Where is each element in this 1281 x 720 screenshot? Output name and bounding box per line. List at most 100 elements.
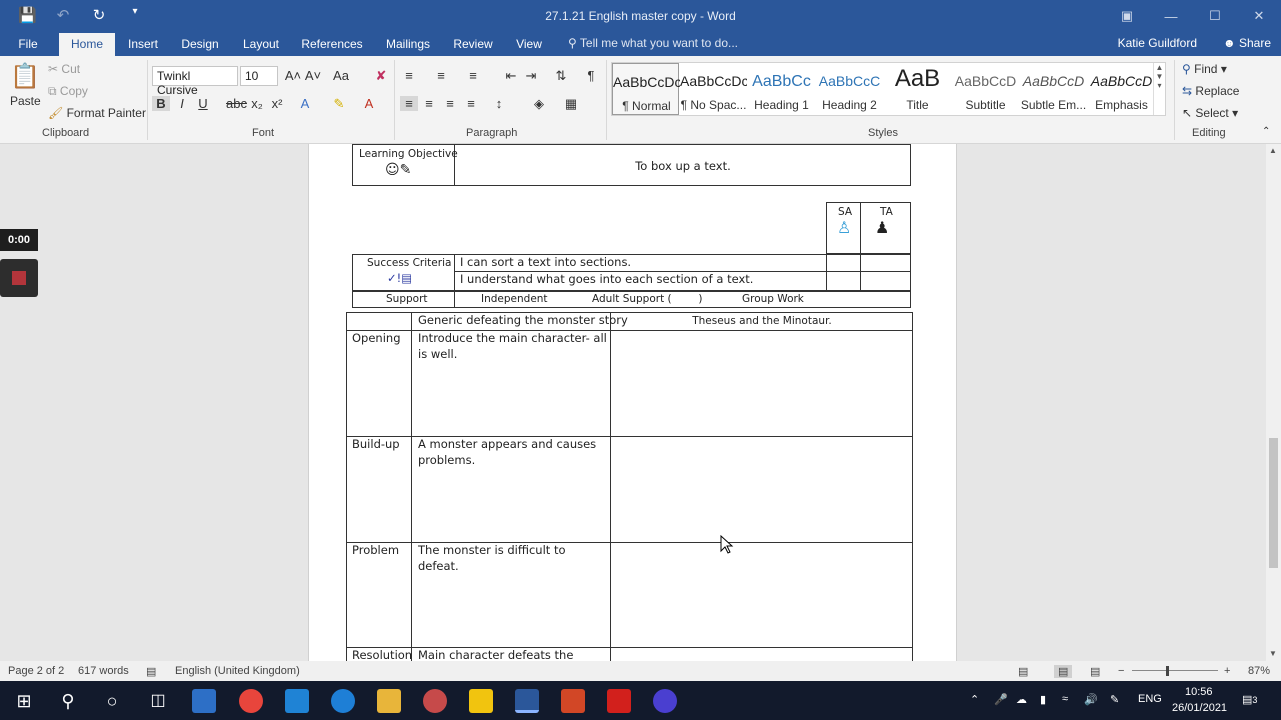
onedrive-icon[interactable]: ☁ xyxy=(1016,693,1027,706)
tab-mailings[interactable]: Mailings xyxy=(381,36,435,56)
web-layout-icon[interactable]: ▤ xyxy=(1090,665,1100,678)
italic-icon[interactable]: I xyxy=(173,96,191,111)
zoom-out-icon[interactable]: − xyxy=(1118,665,1124,677)
replace-button[interactable]: ⇆ Replace xyxy=(1182,84,1239,98)
style-emphasis[interactable]: AaBbCcD Emphasis xyxy=(1088,63,1155,115)
decrease-indent-icon[interactable]: ⇤ xyxy=(502,68,520,84)
row-opening-answer-cell[interactable] xyxy=(611,331,912,435)
line-spacing-icon[interactable]: ↕ xyxy=(490,96,508,111)
battery-icon[interactable]: ▮ xyxy=(1040,693,1046,706)
clock-time[interactable]: 10:56 xyxy=(1185,686,1213,698)
proofing-icon[interactable]: ▤ xyxy=(146,665,156,678)
user-name[interactable]: Katie Guildford xyxy=(1118,36,1197,50)
subscript-icon[interactable]: x₂ xyxy=(248,96,266,111)
paste-button[interactable]: Paste xyxy=(10,94,41,108)
style-subtle-emphasis[interactable]: AaBbCcD Subtle Em... xyxy=(1020,63,1087,115)
style-heading-2[interactable]: AaBbCcC Heading 2 xyxy=(816,63,883,115)
screen-recorder-icon[interactable] xyxy=(653,689,677,713)
windows-start-icon[interactable]: ⊞ xyxy=(12,689,36,713)
format-painter-button[interactable]: 🖌 Format Painter xyxy=(48,106,146,120)
grow-font-icon[interactable]: A˄ xyxy=(284,68,302,83)
word-count[interactable]: 617 words xyxy=(78,665,129,677)
zoom-level[interactable]: 87% xyxy=(1248,665,1270,677)
styles-scroll[interactable]: ▲ ▼ ▾ xyxy=(1153,63,1165,115)
row-problem-answer-cell[interactable] xyxy=(611,543,912,646)
tab-layout[interactable]: Layout xyxy=(238,36,284,56)
select-button[interactable]: ↖ Select ▾ xyxy=(1182,106,1238,120)
cortana-icon[interactable]: ○ xyxy=(100,689,124,713)
justify-icon[interactable]: ≡ xyxy=(462,96,480,111)
clock-date[interactable]: 26/01/2021 xyxy=(1172,702,1227,714)
powerpoint-icon[interactable] xyxy=(561,689,585,713)
read-mode-icon[interactable]: ▤ xyxy=(1018,665,1028,678)
search-icon[interactable]: ⚲ xyxy=(56,689,80,713)
shrink-font-icon[interactable]: A˅ xyxy=(304,68,322,83)
find-button[interactable]: ⚲ Find ▾ xyxy=(1182,62,1227,76)
notifications-icon[interactable]: ▤3 xyxy=(1242,693,1257,706)
word-icon[interactable] xyxy=(515,689,539,713)
stop-recording-button[interactable] xyxy=(0,259,38,297)
multilevel-list-icon[interactable]: ≡ xyxy=(464,68,482,83)
file-explorer-icon[interactable] xyxy=(377,689,401,713)
borders-icon[interactable]: ▦ xyxy=(562,96,580,112)
app-icon[interactable] xyxy=(423,689,447,713)
align-center-icon[interactable]: ≡ xyxy=(420,96,438,111)
pen-icon[interactable]: ✎ xyxy=(1110,693,1119,706)
font-color-icon[interactable]: A xyxy=(360,96,378,111)
style-no-spacing[interactable]: AaBbCcDc ¶ No Spac... xyxy=(680,63,747,115)
close-button[interactable]: ✕ xyxy=(1237,0,1281,32)
collapse-ribbon-icon[interactable]: ⌃ xyxy=(1262,126,1270,137)
wifi-icon[interactable]: ≈ xyxy=(1062,693,1068,705)
minimize-button[interactable]: — xyxy=(1149,0,1193,32)
tab-file[interactable]: File xyxy=(8,36,48,56)
task-view-icon[interactable]: ◫ xyxy=(146,689,170,713)
scroll-thumb[interactable] xyxy=(1269,438,1278,568)
tab-design[interactable]: Design xyxy=(177,36,223,56)
adult-support-option[interactable]: Adult Support ( ) xyxy=(592,291,702,307)
vertical-scrollbar[interactable]: ▲ ▼ xyxy=(1266,144,1281,661)
superscript-icon[interactable]: x² xyxy=(268,96,286,111)
style-normal[interactable]: AaBbCcDc ¶ Normal xyxy=(612,63,680,115)
cut-button[interactable]: ✂ Cut xyxy=(48,62,80,76)
chrome-icon[interactable] xyxy=(239,689,263,713)
tab-view[interactable]: View xyxy=(511,36,547,56)
font-size-select[interactable]: 10 xyxy=(240,66,278,86)
language[interactable]: English (United Kingdom) xyxy=(175,665,300,677)
paste-icon[interactable]: 📋 xyxy=(10,62,40,92)
copy-button[interactable]: ⧉ Copy xyxy=(48,84,88,99)
language-indicator[interactable]: ENG xyxy=(1138,693,1162,705)
microphone-icon[interactable]: 🎤 xyxy=(994,693,1008,706)
scroll-up-icon[interactable]: ▲ xyxy=(1269,146,1277,155)
clear-formatting-icon[interactable]: ✘ xyxy=(372,68,390,84)
maximize-button[interactable]: ☐ xyxy=(1193,0,1237,32)
style-title[interactable]: AaB Title xyxy=(884,63,951,115)
underline-icon[interactable]: U xyxy=(194,96,212,111)
align-right-icon[interactable]: ≡ xyxy=(441,96,459,111)
style-subtitle[interactable]: AaBbCcD Subtitle xyxy=(952,63,1019,115)
volume-icon[interactable]: 🔊 xyxy=(1084,693,1098,706)
bullets-icon[interactable]: ≡ xyxy=(400,68,418,83)
style-heading-1[interactable]: AaBbCc Heading 1 xyxy=(748,63,815,115)
sort-icon[interactable]: ⇅ xyxy=(552,68,570,84)
store-icon[interactable] xyxy=(192,689,216,713)
criteria-item-2[interactable]: I understand what goes into each section… xyxy=(460,271,753,287)
zoom-in-icon[interactable]: + xyxy=(1224,665,1230,677)
increase-indent-icon[interactable]: ⇥ xyxy=(522,68,540,84)
print-layout-icon[interactable]: ▤ xyxy=(1054,665,1073,678)
tab-references[interactable]: References xyxy=(300,36,364,56)
tell-me-box[interactable]: ⚲ Tell me what you want to do... xyxy=(568,36,738,50)
tab-review[interactable]: Review xyxy=(450,36,496,56)
text-effects-icon[interactable]: A xyxy=(296,96,314,111)
ribbon-display-options-icon[interactable]: ▣ xyxy=(1105,0,1149,32)
numbering-icon[interactable]: ≡ xyxy=(432,68,450,83)
highlight-icon[interactable]: ✎ xyxy=(330,96,348,112)
tab-home[interactable]: Home xyxy=(59,33,115,56)
change-case-icon[interactable]: Aa xyxy=(332,68,350,83)
shading-icon[interactable]: ◈ xyxy=(530,96,548,112)
mail-icon[interactable] xyxy=(285,689,309,713)
acrobat-icon[interactable] xyxy=(607,689,631,713)
share-button[interactable]: ☻ Share xyxy=(1223,36,1271,50)
row-buildup-answer-cell[interactable] xyxy=(611,437,912,541)
learning-objective-text[interactable]: To box up a text. xyxy=(455,158,911,174)
strikethrough-icon[interactable]: abc xyxy=(226,96,247,111)
